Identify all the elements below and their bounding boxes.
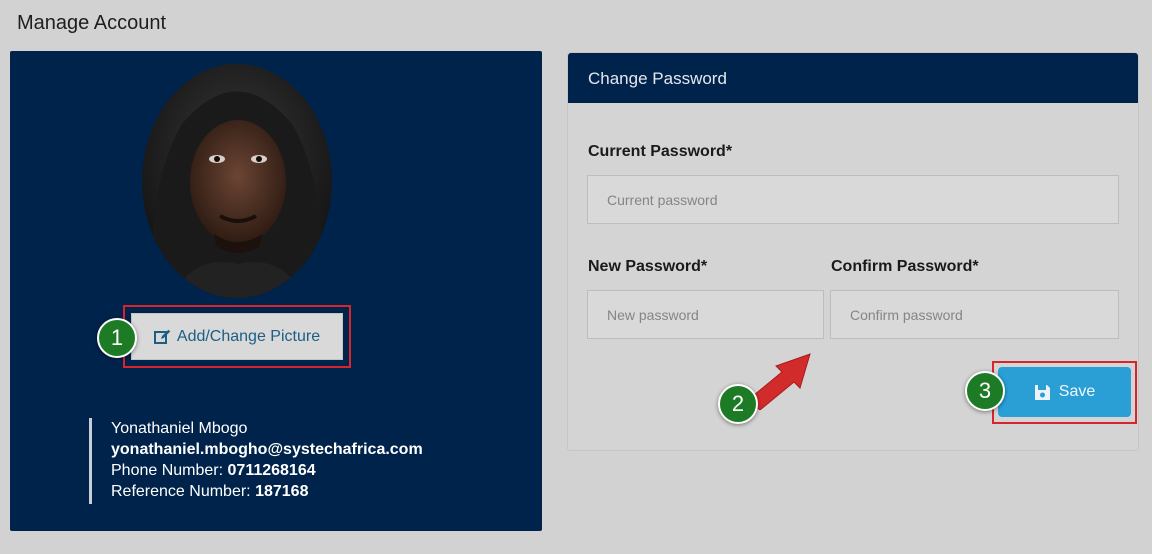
current-password-input[interactable] (587, 175, 1119, 224)
reference-row: Reference Number: 187168 (111, 481, 423, 502)
avatar (142, 64, 332, 298)
save-button[interactable]: Save (998, 367, 1131, 417)
current-password-label: Current Password* (588, 143, 733, 160)
confirm-password-label: Confirm Password* (831, 258, 979, 275)
change-picture-highlight: Add/Change Picture (123, 305, 351, 368)
new-password-label: New Password* (588, 258, 708, 275)
edit-icon (153, 329, 171, 344)
phone-value: 0711268164 (227, 462, 316, 479)
add-change-picture-button[interactable]: Add/Change Picture (131, 313, 343, 360)
panel-title: Change Password (568, 53, 1138, 103)
avatar-photo (142, 64, 332, 298)
change-picture-label: Add/Change Picture (176, 327, 321, 345)
phone-label: Phone Number: (111, 462, 224, 479)
user-email: yonathaniel.mbogho@systechafrica.com (111, 441, 423, 458)
page-title: Manage Account (17, 12, 166, 34)
save-highlight: Save (992, 361, 1137, 424)
user-info: Yonathaniel Mbogo yonathaniel.mbogho@sys… (89, 418, 423, 504)
user-name: Yonathaniel Mbogo (111, 420, 248, 437)
step-badge-3: 3 (965, 371, 1005, 411)
step-badge-1: 1 (97, 318, 137, 358)
phone-row: Phone Number: 0711268164 (111, 460, 423, 481)
new-password-input[interactable] (587, 290, 824, 339)
profile-card: Add/Change Picture Yonathaniel Mbogo yon… (10, 51, 542, 531)
confirm-password-input[interactable] (830, 290, 1119, 339)
save-label: Save (1058, 383, 1096, 400)
change-password-panel: Change Password Current Password* New Pa… (567, 52, 1139, 451)
floppy-disk-icon (1034, 384, 1050, 400)
step-badge-2: 2 (718, 384, 758, 424)
reference-label: Reference Number: (111, 483, 251, 500)
reference-value: 187168 (255, 483, 309, 500)
